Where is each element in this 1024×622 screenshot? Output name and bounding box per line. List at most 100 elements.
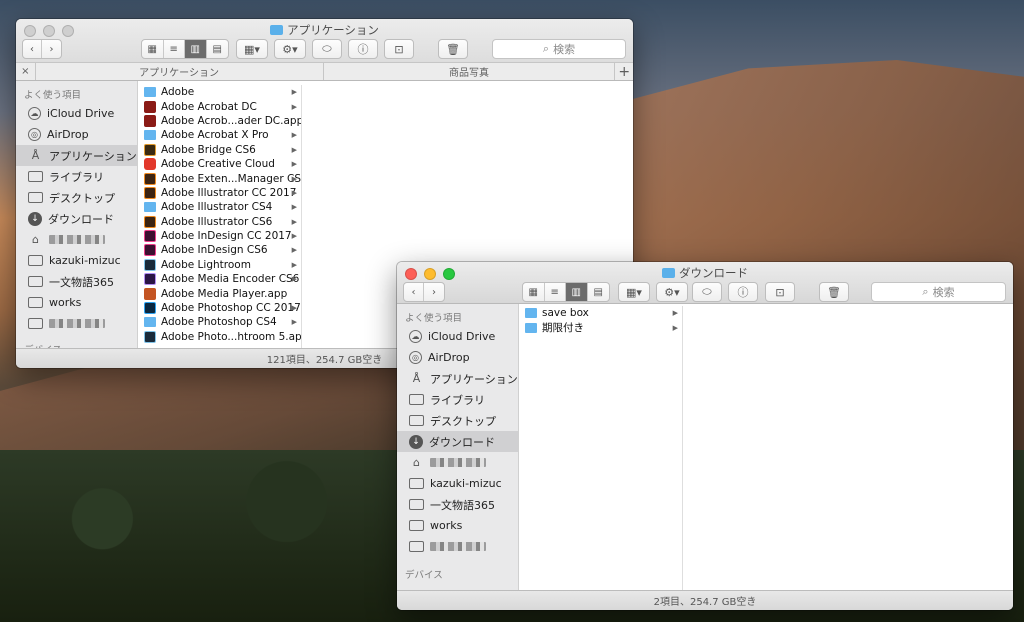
arrange-button[interactable]: ▦▾	[236, 39, 268, 59]
disclosure-arrow-icon: ▶	[291, 217, 297, 226]
file-row[interactable]: Adobe Photo...htroom 5.app	[138, 330, 301, 344]
icon-view-icon[interactable]: ▦	[142, 40, 164, 58]
file-row[interactable]: Adobe InDesign CC 2017 ▶	[138, 229, 301, 243]
get-info-button[interactable]: ⓘ	[728, 282, 758, 302]
file-row[interactable]: Adobe Media Encoder CS6 ▶	[138, 272, 301, 286]
file-name: Adobe Media Player.app	[161, 287, 288, 300]
folder-icon	[28, 255, 43, 266]
new-folder-button[interactable]: ⊡	[384, 39, 414, 59]
path-segment-product-photos[interactable]: 商品写真	[324, 63, 616, 80]
trash-button[interactable]: 🗑	[819, 282, 849, 302]
action-button[interactable]: ⚙▾	[656, 282, 688, 302]
search-input[interactable]: ⌕ 検索	[871, 282, 1006, 302]
sidebar-item[interactable]: ライブラリ	[16, 166, 137, 187]
search-input[interactable]: ⌕ 検索	[492, 39, 626, 59]
path-segment-applications[interactable]: アプリケーション	[36, 63, 324, 80]
download-icon: ↓	[28, 211, 42, 226]
app-icon	[144, 100, 156, 113]
sidebar-favorites-header: よく使う項目	[405, 313, 463, 324]
file-column[interactable]: save box ▶ 期限付き ▶	[519, 306, 683, 590]
sidebar-item[interactable]: ☁ iCloud Drive	[397, 326, 518, 347]
sidebar-item[interactable]: ☁ iCloud Drive	[16, 103, 137, 124]
file-name: save box	[542, 307, 589, 320]
back-button[interactable]: ‹	[23, 40, 43, 58]
back-button[interactable]: ‹	[404, 283, 425, 301]
file-row[interactable]: Adobe Illustrator CS4 ▶	[138, 200, 301, 214]
close-tab-icon[interactable]: ×	[16, 63, 36, 80]
file-row[interactable]: Adobe Exten...Manager CS6 ▶	[138, 171, 301, 185]
add-tab-icon[interactable]: +	[615, 63, 633, 80]
sidebar-item[interactable]: ⌂	[397, 452, 518, 473]
empty-column[interactable]	[683, 304, 1013, 590]
sidebar-item[interactable]: デスクトップ	[397, 410, 518, 431]
sidebar-item[interactable]	[397, 536, 518, 557]
sidebar-item[interactable]: 一文物語365	[397, 494, 518, 515]
action-button[interactable]: ⚙▾	[274, 39, 306, 59]
file-name: Adobe InDesign CC 2017	[161, 230, 292, 243]
file-row[interactable]: Adobe Lightroom ▶	[138, 258, 301, 272]
new-folder-button[interactable]: ⊡	[765, 282, 795, 302]
file-row[interactable]: save box ▶	[519, 306, 682, 320]
file-row[interactable]: Adobe ▶	[138, 85, 301, 99]
sidebar-item[interactable]: works	[397, 515, 518, 536]
list-view-icon[interactable]: ≡	[164, 40, 185, 58]
cover-flow-icon[interactable]: ▤	[588, 283, 609, 301]
file-row[interactable]: Adobe Bridge CS6 ▶	[138, 143, 301, 157]
sidebar-item[interactable]: ライブラリ	[397, 389, 518, 410]
column-view-icon[interactable]: ▥	[566, 283, 588, 301]
sidebar-item[interactable]: works	[16, 292, 137, 313]
app-icon	[144, 114, 156, 127]
sidebar-item-label: ダウンロード	[429, 435, 495, 449]
sidebar-item[interactable]: 一文物語365	[16, 271, 137, 292]
sidebar-item[interactable]: Å アプリケーション	[397, 368, 518, 389]
forward-button[interactable]: ›	[424, 283, 444, 301]
view-mode-control: ▦ ≡ ▥ ▤	[141, 39, 229, 59]
sidebar-items: ☁ iCloud Drive ◎ AirDrop Å アプリケーション ライブラリ デスクトッ…	[16, 103, 137, 334]
disclosure-arrow-icon: ▶	[291, 246, 297, 255]
sidebar-item[interactable]: kazuki-mizuc	[16, 250, 137, 271]
file-row[interactable]: 期限付き ▶	[519, 320, 682, 334]
gear-icon: ⚙▾	[664, 285, 680, 299]
cover-flow-icon[interactable]: ▤	[207, 40, 228, 58]
sidebar-item[interactable]: ↓ ダウンロード	[397, 431, 518, 452]
file-name: Adobe Creative Cloud	[161, 158, 275, 171]
get-info-button[interactable]: ⓘ	[348, 39, 378, 59]
redacted-label	[430, 542, 486, 551]
finder-window-downloads[interactable]: ダウンロード ‹ › ▦ ≡ ▥ ▤ ▦▾ ⚙▾ ⬭ ⓘ ⊡ 🗑 ⌕ 検索 よく使う…	[397, 262, 1013, 610]
file-row[interactable]: Adobe Creative Cloud ▶	[138, 157, 301, 171]
titlebar[interactable]: ダウンロード ‹ › ▦ ≡ ▥ ▤ ▦▾ ⚙▾ ⬭ ⓘ ⊡ 🗑 ⌕ 検索	[397, 262, 1013, 304]
sidebar-item[interactable]: kazuki-mizuc	[397, 473, 518, 494]
tags-button[interactable]: ⬭	[312, 39, 342, 59]
file-row[interactable]: Adobe Illustrator CC 2017 ▶	[138, 186, 301, 200]
arrange-button[interactable]: ▦▾	[618, 282, 650, 302]
sidebar-item-label: AirDrop	[428, 351, 470, 364]
sidebar-item[interactable]: Å アプリケーション	[16, 145, 137, 166]
tags-button[interactable]: ⬭	[692, 282, 722, 302]
file-row[interactable]: Adobe Acrobat X Pro ▶	[138, 128, 301, 142]
file-row[interactable]: Adobe Acrob...ader DC.app	[138, 114, 301, 128]
file-row[interactable]: Adobe Acrobat DC ▶	[138, 99, 301, 113]
sidebar-item[interactable]: ◎ AirDrop	[16, 124, 137, 145]
file-row[interactable]: Adobe Media Player.app	[138, 286, 301, 300]
sidebar-item[interactable]: ↓ ダウンロード	[16, 208, 137, 229]
disclosure-arrow-icon: ▶	[291, 318, 297, 327]
window-title-text: アプリケーション	[287, 23, 379, 37]
forward-button[interactable]: ›	[42, 40, 61, 58]
file-column[interactable]: Adobe ▶ Adobe Acrobat DC ▶ Adobe Acrob...ade…	[138, 85, 302, 348]
file-row[interactable]: Adobe InDesign CS6 ▶	[138, 243, 301, 257]
file-row[interactable]: Adobe Illustrator CS6 ▶	[138, 215, 301, 229]
sidebar-item[interactable]	[16, 313, 137, 334]
column-view-icon[interactable]: ▥	[185, 40, 207, 58]
trash-button[interactable]: 🗑	[438, 39, 468, 59]
titlebar[interactable]: アプリケーション ‹ › ▦ ≡ ▥ ▤ ▦▾ ⚙▾ ⬭ ⓘ ⊡ 🗑 ⌕ 検索 × …	[16, 19, 633, 81]
icon-view-icon[interactable]: ▦	[523, 283, 545, 301]
file-row[interactable]: Adobe Photoshop CS4 ▶	[138, 315, 301, 329]
folder-icon	[144, 317, 156, 328]
sidebar-item-label: ダウンロード	[48, 212, 114, 226]
file-row[interactable]: Adobe Photoshop CC 2017 ▶	[138, 301, 301, 315]
sidebar-item[interactable]: デスクトップ	[16, 187, 137, 208]
sidebar-item[interactable]: ◎ AirDrop	[397, 347, 518, 368]
sidebar-item-label: iCloud Drive	[428, 330, 496, 343]
list-view-icon[interactable]: ≡	[545, 283, 566, 301]
sidebar-item[interactable]: ⌂	[16, 229, 137, 250]
